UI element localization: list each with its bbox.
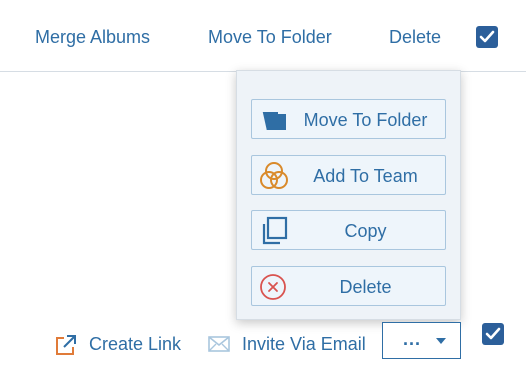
checkmark-icon bbox=[479, 30, 495, 43]
toolbar: Merge Albums Move To Folder Delete bbox=[0, 0, 526, 72]
menu-item-label: Delete bbox=[339, 277, 392, 297]
invite-via-email-label: Invite Via Email bbox=[242, 334, 366, 354]
merge-albums-button[interactable]: Merge Albums bbox=[35, 27, 150, 48]
item-checkbox[interactable] bbox=[482, 323, 504, 345]
more-actions-dropdown[interactable]: ... bbox=[382, 322, 461, 359]
menu-item-label: Add To Team bbox=[313, 166, 418, 186]
create-link-label: Create Link bbox=[89, 334, 182, 354]
external-link-icon bbox=[56, 335, 76, 355]
more-actions-menu: Move To Folder Add To Team Copy Delete bbox=[236, 70, 461, 320]
menu-item-copy[interactable]: Copy bbox=[251, 210, 446, 250]
checkmark-icon bbox=[485, 327, 501, 340]
envelope-icon bbox=[208, 336, 230, 352]
menu-item-add-to-team[interactable]: Add To Team bbox=[251, 155, 446, 195]
select-all-checkbox[interactable] bbox=[476, 26, 498, 48]
more-dropdown-label: ... bbox=[403, 329, 422, 349]
menu-item-label: Move To Folder bbox=[303, 110, 428, 130]
delete-button[interactable]: Delete bbox=[389, 27, 441, 48]
menu-item-delete[interactable]: Delete bbox=[251, 266, 446, 306]
menu-item-label: Copy bbox=[344, 221, 387, 241]
menu-item-move-to-folder[interactable]: Move To Folder bbox=[251, 99, 446, 139]
move-to-folder-button[interactable]: Move To Folder bbox=[208, 27, 332, 48]
caret-down-icon bbox=[436, 338, 446, 344]
